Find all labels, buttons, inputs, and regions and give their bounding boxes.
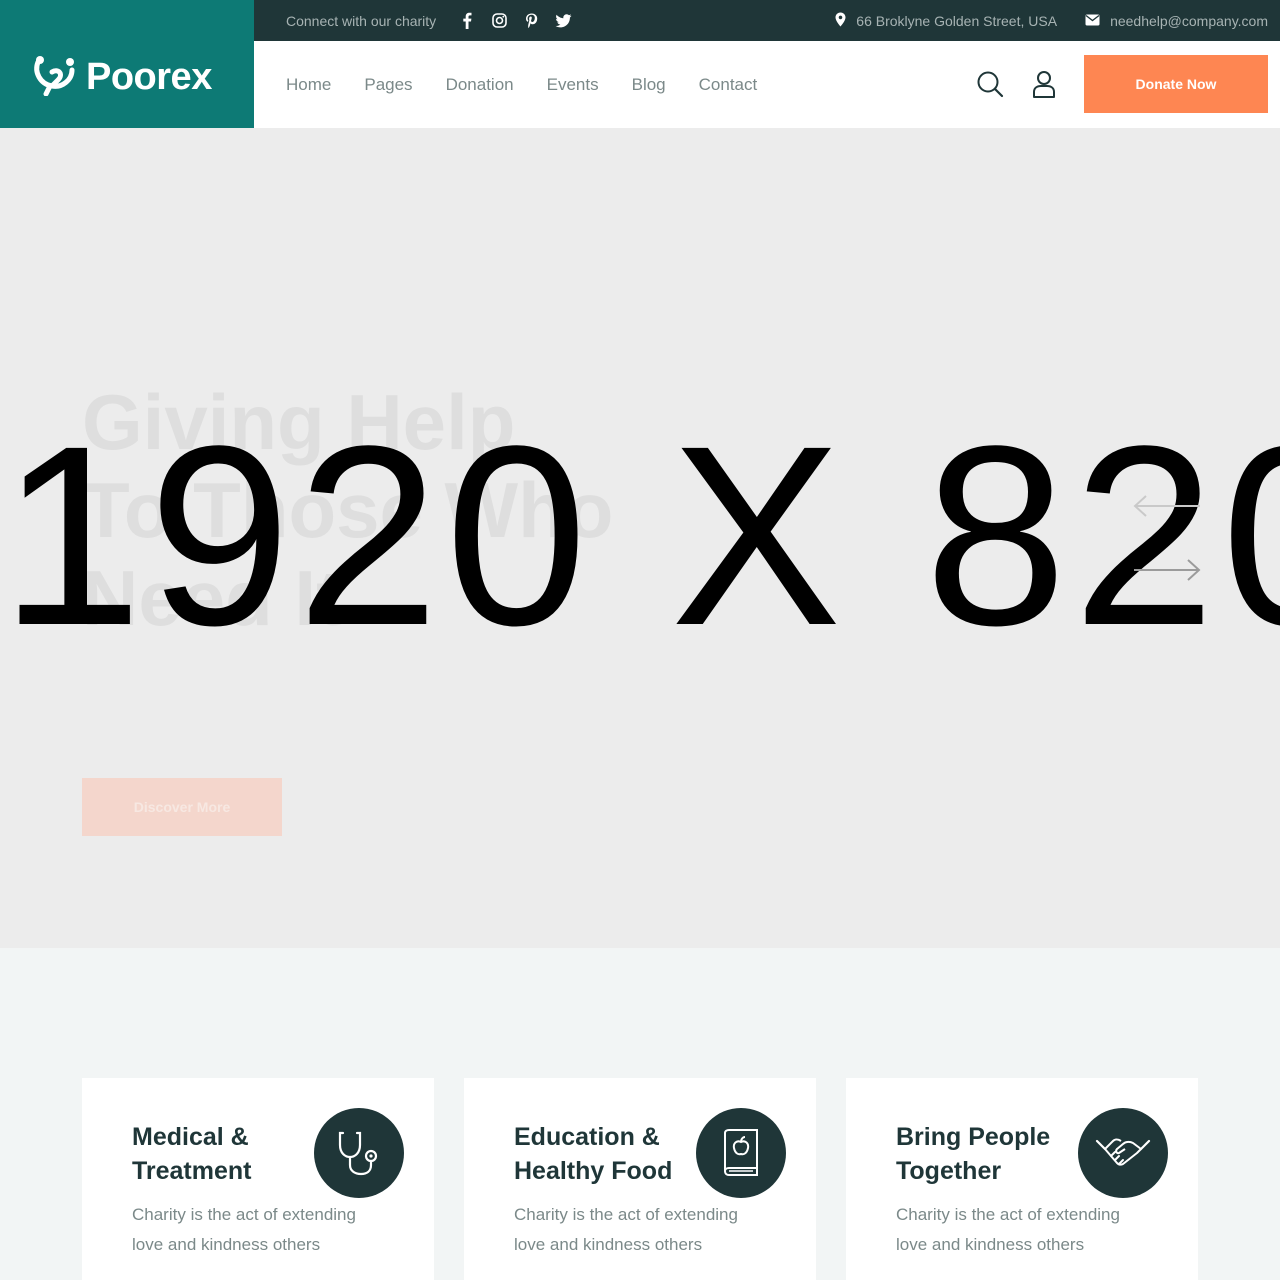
address-info: 66 Broklyne Golden Street, USA xyxy=(835,12,1057,30)
instagram-icon[interactable] xyxy=(490,12,508,30)
nav-icons xyxy=(976,70,1058,98)
handshake-icon xyxy=(1078,1108,1168,1198)
card-description: Charity is the act of extending love and… xyxy=(514,1200,764,1260)
map-pin-icon xyxy=(835,12,846,30)
card-title-line: Medical & xyxy=(132,1123,249,1151)
hero-slider: Giving Help To Those Who Need It 1920 X … xyxy=(0,128,1280,948)
address-text: 66 Broklyne Golden Street, USA xyxy=(856,12,1058,29)
twitter-icon[interactable] xyxy=(554,12,572,30)
facebook-icon[interactable] xyxy=(458,12,476,30)
card-description: Charity is the act of extending love and… xyxy=(132,1200,382,1260)
topbar-tagline: Connect with our charity xyxy=(286,12,437,29)
nav-item-events[interactable]: Events xyxy=(547,75,599,95)
card-title: Bring People Together xyxy=(896,1120,1076,1188)
card-desc-line: Charity is the act of extending xyxy=(896,1205,1120,1224)
card-desc-line: love and kindness others xyxy=(514,1235,703,1254)
card-title-line: Education & xyxy=(514,1123,660,1151)
feature-card-together[interactable]: Bring People Together Charity is the act… xyxy=(846,1078,1198,1280)
book-apple-icon xyxy=(696,1108,786,1198)
donate-now-button[interactable]: Donate Now xyxy=(1084,55,1268,113)
site-logo[interactable]: Poorex xyxy=(32,54,212,101)
nav-item-pages[interactable]: Pages xyxy=(364,75,412,95)
card-title-line: Treatment xyxy=(132,1157,252,1185)
hero-placeholder-text: 1920 X 820 xyxy=(0,393,1280,679)
stethoscope-icon xyxy=(314,1108,404,1198)
card-title: Medical & Treatment xyxy=(132,1120,312,1188)
email-info[interactable]: needhelp@company.com xyxy=(1085,13,1268,29)
user-icon[interactable] xyxy=(1030,70,1058,98)
envelope-icon xyxy=(1085,13,1100,29)
card-desc-line: Charity is the act of extending xyxy=(514,1205,738,1224)
discover-more-button[interactable]: Discover More xyxy=(82,778,282,836)
card-title-line: Healthy Food xyxy=(514,1157,673,1185)
logo-mark-icon xyxy=(32,54,78,101)
card-desc-line: love and kindness others xyxy=(132,1235,321,1254)
card-desc-line: Charity is the act of extending xyxy=(132,1205,356,1224)
card-title-line: Bring People xyxy=(896,1123,1051,1151)
search-icon[interactable] xyxy=(976,70,1004,98)
feature-card-medical[interactable]: Medical & Treatment Charity is the act o… xyxy=(82,1078,434,1280)
pinterest-icon[interactable] xyxy=(522,12,540,30)
logo-text: Poorex xyxy=(86,56,212,98)
card-title: Education & Healthy Food xyxy=(514,1120,694,1188)
main-navbar: Home Pages Donation Events Blog Contact … xyxy=(254,41,1280,128)
social-links xyxy=(458,12,572,30)
card-desc-line: love and kindness others xyxy=(896,1235,1085,1254)
feature-card-education[interactable]: Education & Healthy Food Charity is the … xyxy=(464,1078,816,1280)
card-title-line: Together xyxy=(896,1157,1002,1185)
arrow-left-icon[interactable] xyxy=(1132,494,1202,518)
nav-item-blog[interactable]: Blog xyxy=(632,75,666,95)
nav-item-home[interactable]: Home xyxy=(286,75,331,95)
top-bar: Connect with our charity 66 Broklyne Gol… xyxy=(254,0,1280,41)
nav-item-donation[interactable]: Donation xyxy=(446,75,514,95)
arrow-right-icon[interactable] xyxy=(1132,558,1202,582)
feature-cards: Medical & Treatment Charity is the act o… xyxy=(82,1078,1198,1280)
main-nav: Home Pages Donation Events Blog Contact xyxy=(286,41,757,128)
nav-item-contact[interactable]: Contact xyxy=(699,75,758,95)
email-text: needhelp@company.com xyxy=(1110,12,1268,29)
card-description: Charity is the act of extending love and… xyxy=(896,1200,1146,1260)
